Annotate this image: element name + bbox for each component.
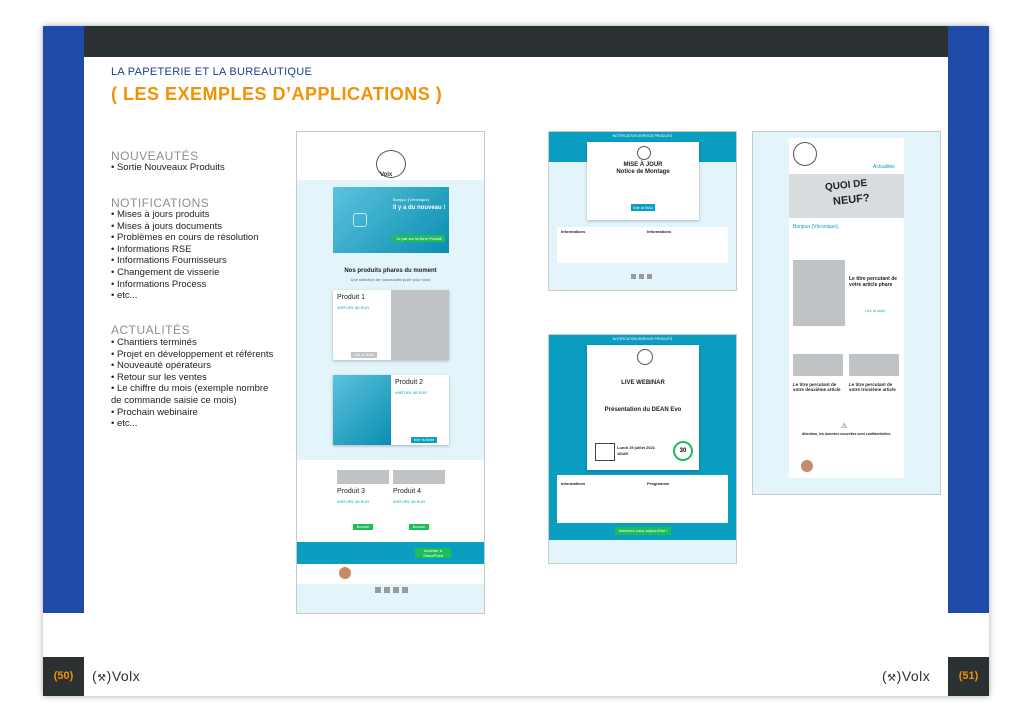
product-card-1: Produit 1 49€TURL 66 EUR Voir la fiche: [333, 290, 449, 360]
hero-button[interactable]: Je par sur la fiche Produit: [393, 235, 445, 242]
timer-icon: 30: [673, 441, 693, 461]
calendar-icon: [595, 443, 615, 461]
product-card-2: Produit 2 49€TURL 66 EUR Voir la fiche: [333, 375, 449, 445]
products-title: Nos produits phares du moment: [344, 268, 437, 274]
notice-card: MISE À JOUR Notice de Montage Voir la MA…: [587, 142, 699, 220]
social-icon: [393, 587, 399, 593]
top-bar: [83, 26, 949, 57]
footer-left-box: (50): [43, 657, 84, 696]
list-item: Chantiers terminés: [111, 337, 281, 349]
article-image-3: [849, 354, 899, 376]
volx-logo-icon: [637, 349, 653, 365]
article-image-1: [793, 260, 845, 326]
list-item: Mises à jours produits: [111, 209, 259, 221]
hero-title: Il y a du nouveau !: [393, 205, 446, 211]
notice-button[interactable]: Voir la MAJ: [631, 204, 655, 211]
footer-right-box: (51): [948, 657, 989, 696]
mock-logo-text: Volx: [380, 172, 393, 178]
webinar-mockup: NOTIFICATION SERVICE PRODUITS LIVE WEBIN…: [548, 334, 737, 564]
footer-logo-left: (⚒)Volx: [92, 668, 141, 684]
list-item: Nouveauté opérateurs: [111, 360, 281, 372]
list-item: Informations RSE: [111, 244, 259, 256]
list-item: Informations Process: [111, 279, 259, 291]
page-title: ( LES EXEMPLES D’APPLICATIONS ): [111, 84, 443, 104]
list-item: Sortie Nouveaux Produits: [111, 162, 225, 174]
product-image-2: [333, 375, 391, 445]
product-image-1: [391, 290, 449, 360]
social-icon: [631, 274, 636, 279]
hero-banner: Bonjour {Véronique} Il y a du nouveau ! …: [333, 187, 449, 253]
newsletter-mockup: Volx Bonjour {Véronique} Il y a du nouve…: [296, 131, 485, 614]
right-blue-band: [948, 26, 989, 613]
avatar: [339, 567, 351, 579]
headline-banner: QUOI DE NEUF?: [789, 174, 904, 218]
section-list-nouveautes: Sortie Nouveaux Produits: [111, 162, 225, 174]
actualites-mockup: Actualités QUOI DE NEUF? Bonjour {Véroni…: [752, 131, 941, 495]
footer-logo-right: (⚒)Volx: [882, 668, 931, 684]
lock-icon: [353, 213, 367, 227]
section-list-actualites: Chantiers terminés Projet en développeme…: [111, 337, 281, 430]
social-icon: [402, 587, 408, 593]
list-item: Changement de visserie: [111, 267, 259, 279]
notice-mockup: NOTIFICATION SERVICE PRODUITS MISE À JOU…: [548, 131, 737, 291]
section-list-notifications: Mises à jours produits Mises à jours doc…: [111, 209, 259, 302]
list-item: Prochain webinaire: [111, 407, 281, 419]
cta-band: Accéder à SharePoint: [297, 542, 484, 564]
list-item: Informations Fournisseurs: [111, 255, 259, 267]
list-item: Retour sur les ventes: [111, 372, 281, 384]
section-title-nouveautes: NOUVEAUTÉS: [111, 149, 199, 163]
list-item: etc...: [111, 290, 259, 302]
list-item: etc...: [111, 418, 281, 430]
social-icon: [384, 587, 390, 593]
list-item: Mises à jours documents: [111, 221, 259, 233]
section-title-notifications: NOTIFICATIONS: [111, 196, 210, 210]
avatar: [801, 460, 813, 472]
article-image-2: [793, 354, 843, 376]
social-icon: [647, 274, 652, 279]
page-kicker: LA PAPETERIE ET LA BUREAUTIQUE: [111, 66, 313, 78]
volx-logo-icon: [793, 142, 817, 166]
list-item: Le chiffre du mois (exemple nombre de co…: [111, 383, 281, 406]
section-title-actualites: ACTUALITÉS: [111, 323, 191, 337]
volx-logo-icon: [637, 146, 651, 160]
warning-icon: ⚠: [841, 423, 848, 430]
left-blue-band: [43, 26, 84, 613]
page-number-right: (51): [958, 670, 979, 682]
webinar-button[interactable]: Inscrivez-vous aujourd'hui !: [615, 527, 671, 535]
social-icon: [639, 274, 644, 279]
page-number-left: (50): [53, 670, 74, 682]
social-icon: [375, 587, 381, 593]
list-item: Problèmes en cours de résolution: [111, 232, 259, 244]
list-item: Projet en développement et référents: [111, 349, 281, 361]
webinar-card: LIVE WEBINAR Présentation du DEAN Evo Lu…: [587, 345, 699, 470]
